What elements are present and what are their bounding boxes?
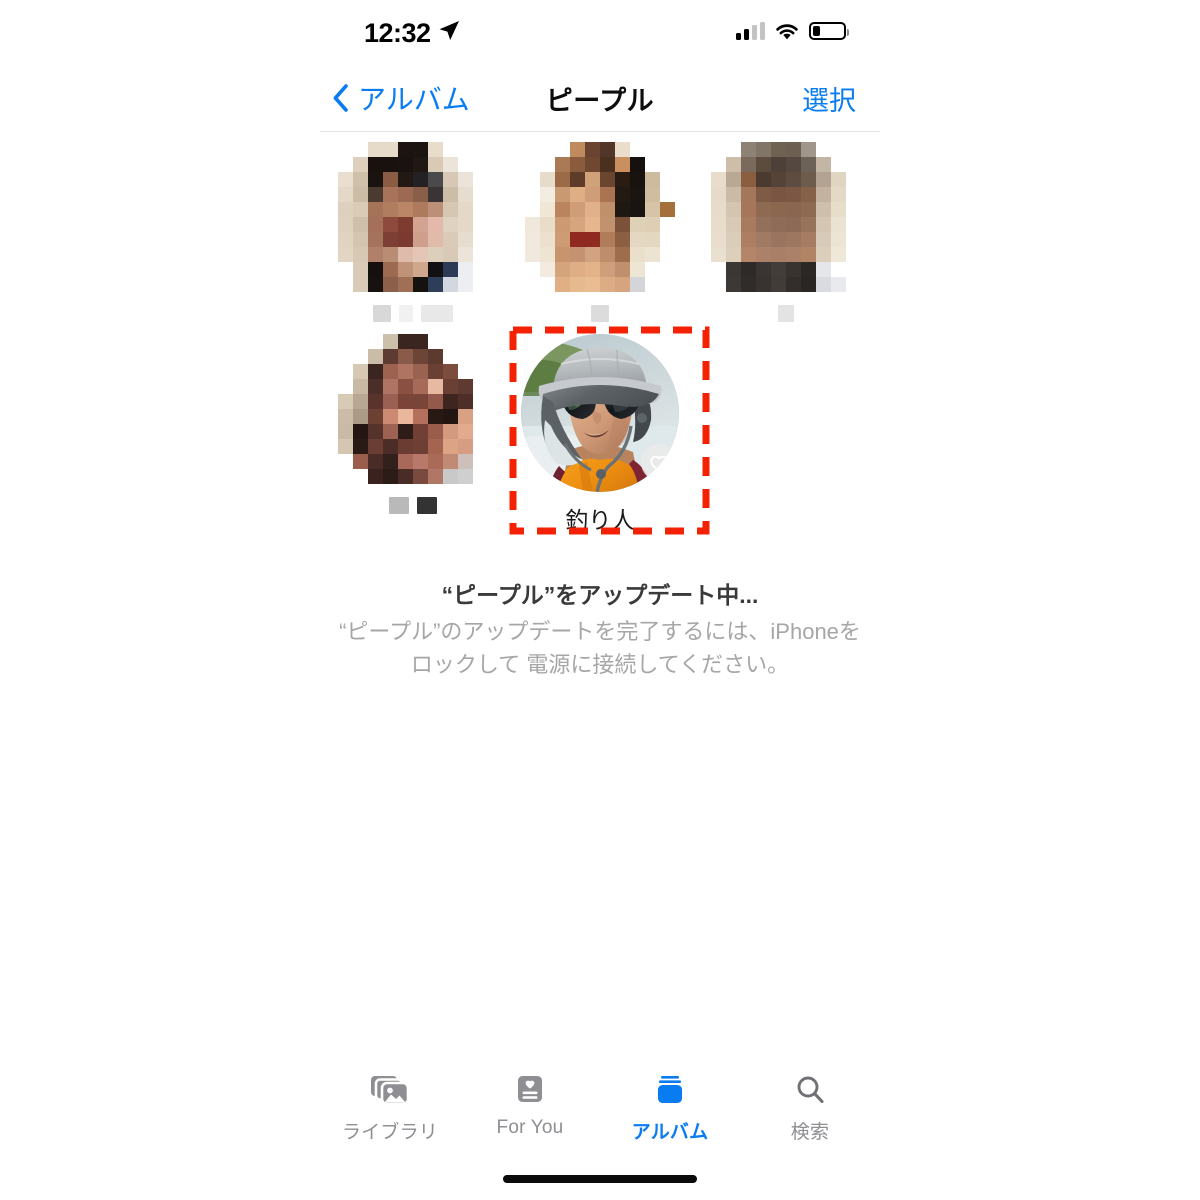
tab-albums[interactable]: アルバム [600, 1062, 740, 1154]
search-icon [793, 1070, 827, 1110]
name-mosaic-block [590, 304, 609, 322]
person-cell[interactable] [320, 142, 507, 322]
person-name-label: 釣り人 [565, 507, 635, 533]
person-name-censored [389, 496, 438, 514]
person-cell-selected[interactable]: 釣り人 [507, 326, 710, 535]
wifi-icon [776, 23, 798, 39]
tab-for-you-label: For You [496, 1117, 564, 1138]
status-body: “ピープル”のアップデートを完了するには、iPhoneをロックして 電源に接続し… [330, 615, 870, 681]
navigation-bar: アルバム ピープル 選択 [320, 62, 880, 134]
status-headline: “ピープル”をアップデート中... [441, 582, 759, 608]
people-row: 釣り人 [320, 326, 880, 535]
status-bar: 12:32 [320, 0, 880, 62]
person-thumbnail-censored[interactable] [338, 142, 489, 292]
person-thumbnail-censored[interactable] [711, 142, 862, 292]
favorite-badge[interactable] [640, 444, 678, 481]
person-photo-fisherman[interactable] [520, 334, 679, 492]
status-indicators [736, 18, 849, 44]
person-thumbnail-censored[interactable] [524, 142, 675, 292]
albums-icon [653, 1070, 687, 1110]
tab-library[interactable]: ライブラリ [320, 1062, 460, 1154]
people-update-status: “ピープル”をアップデート中... “ピープル”のアップデートを完了するには、i… [320, 578, 880, 681]
cellular-signal-icon [736, 22, 765, 40]
person-cell[interactable] [693, 142, 880, 322]
person-name-censored [778, 304, 795, 322]
page-title: ピープル [545, 86, 655, 116]
tab-library-label: ライブラリ [341, 1122, 438, 1143]
name-mosaic-block [417, 496, 438, 514]
person-cell[interactable] [320, 334, 507, 514]
heart-icon [650, 455, 669, 472]
phone-screen: 12:32 アルバム ピープル 選択 釣り人 “ピープル”をアップデート中...… [320, 0, 880, 1200]
battery-icon [809, 22, 849, 40]
people-row [320, 142, 880, 322]
tab-albums-label: アルバム [631, 1122, 709, 1143]
status-body-line2: 電源に接続してください。 [526, 652, 790, 677]
person-name-censored [373, 304, 454, 322]
photo-stack-icon [369, 1070, 411, 1110]
name-mosaic-block [389, 496, 410, 514]
status-time: 12:32 [364, 18, 431, 48]
name-mosaic-block [399, 304, 414, 322]
tab-bar: ライブラリ For You アルバム 検索 [320, 1062, 880, 1154]
nav-separator [320, 131, 880, 132]
tab-search[interactable]: 検索 [740, 1062, 880, 1154]
name-mosaic-block [778, 304, 795, 322]
person-cell[interactable] [507, 142, 694, 322]
person-thumbnail-censored[interactable] [338, 334, 489, 484]
home-indicator-bar[interactable] [503, 1175, 697, 1183]
person-name-censored [590, 304, 609, 322]
people-grid: 釣り人 [320, 142, 880, 535]
name-mosaic-block [421, 304, 454, 322]
tab-for-you[interactable]: For You [460, 1062, 600, 1154]
select-button[interactable]: 選択 [802, 79, 856, 118]
location-arrow-icon [439, 21, 459, 40]
name-mosaic-block [373, 304, 392, 322]
tab-search-label: 検索 [790, 1122, 830, 1143]
for-you-card-icon [513, 1070, 547, 1110]
